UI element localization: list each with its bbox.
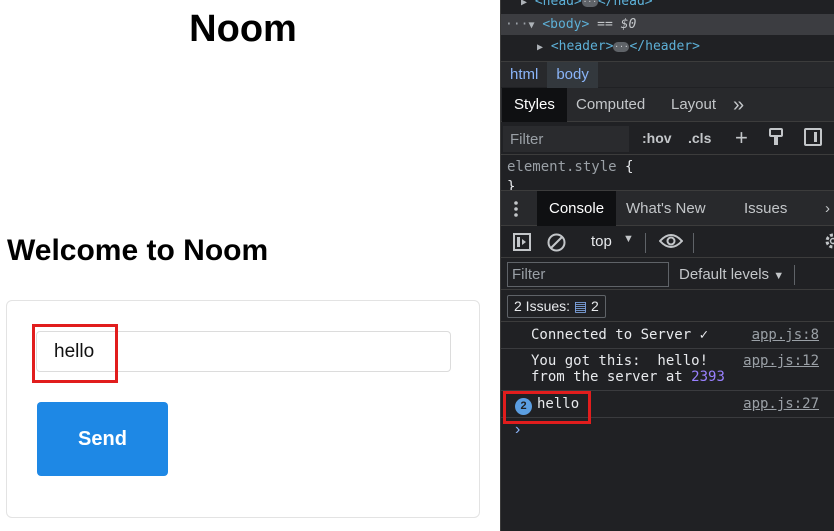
header-open-tag: <header> <box>550 39 614 54</box>
web-page: Noom Welcome to Noom Send <box>0 0 500 531</box>
hover-state-toggle[interactable]: :hov <box>642 130 672 146</box>
log-message: Connected to Server ✓ <box>531 327 709 343</box>
console-filter-bar: Default levels ▼ <box>501 257 834 290</box>
app-title: Noom <box>189 8 297 50</box>
head-close-tag: </head> <box>597 0 653 9</box>
console-log-entry: Connected to Server ✓ app.js:8 <box>501 323 834 349</box>
prompt-chevron-icon: › <box>515 421 521 438</box>
dom-node-head[interactable]: ▶ <head>···</head> <box>501 0 834 11</box>
issues-count: 2 <box>591 298 599 314</box>
styles-tab-bar: Styles Computed Layout » <box>501 88 834 122</box>
message-bubble-icon: ▤ <box>573 298 588 314</box>
header-close-tag: </header> <box>629 39 700 54</box>
log-source-link[interactable]: app.js:12 <box>743 353 819 369</box>
log-message: You got this: hello! from the server at … <box>531 353 725 385</box>
console-log-entry: You got this: hello! from the server at … <box>501 349 834 391</box>
eye-icon[interactable] <box>658 233 684 253</box>
class-toggle[interactable]: .cls <box>688 130 711 146</box>
breadcrumb-html[interactable]: html <box>501 62 547 88</box>
log-source-link[interactable]: app.js:27 <box>743 396 819 412</box>
breadcrumb: html body <box>501 61 834 88</box>
console-log-entry: 2 hello app.js:27 <box>501 391 834 418</box>
more-dots-icon[interactable]: ··· <box>501 17 528 32</box>
expand-triangle-icon[interactable]: ▶ <box>521 0 527 8</box>
dropdown-arrow-icon: ▼ <box>773 270 785 282</box>
tab-computed[interactable]: Computed <box>576 88 645 122</box>
issues-bar: 2 Issues: ▤ 2 <box>501 291 834 322</box>
message-input[interactable] <box>36 331 451 372</box>
more-tabs-icon[interactable]: » <box>733 88 744 122</box>
default-levels-dropdown[interactable]: Default levels ▼ <box>679 266 784 283</box>
toolbar-divider <box>794 265 795 285</box>
clear-console-icon[interactable] <box>547 233 566 256</box>
settings-gear-icon[interactable] <box>823 231 834 255</box>
paint-brush-icon[interactable] <box>768 128 784 150</box>
toolbar-divider <box>645 233 646 253</box>
tab-layout[interactable]: Layout <box>671 88 716 122</box>
console-prompt[interactable]: › <box>501 420 834 440</box>
log-source-link[interactable]: app.js:8 <box>752 327 819 343</box>
dom-node-header[interactable]: ▶ <header>···</header> <box>501 37 834 57</box>
log-line-1: You got this: hello! <box>531 353 709 369</box>
log-number: 2393 <box>691 369 725 385</box>
devtools-panel: ▶ <head>···</head> ···▼ <body> == $0 ▶ <… <box>500 0 834 531</box>
sidebar-icon[interactable] <box>513 233 531 255</box>
dropdown-arrow-icon[interactable]: ▼ <box>623 233 634 245</box>
tab-issues[interactable]: Issues <box>744 191 787 226</box>
element-style-rule: element.style { } <box>501 157 834 195</box>
expand-triangle-icon[interactable]: ▶ <box>537 42 543 53</box>
styles-toolbar: :hov .cls + <box>501 123 834 155</box>
add-rule-icon[interactable]: + <box>735 127 748 149</box>
default-levels-label: Default levels <box>679 266 770 283</box>
head-open-tag: <head> <box>534 0 582 9</box>
repeat-count-badge: 2 <box>515 398 532 415</box>
rule-open-brace: { <box>625 159 634 175</box>
ellipsis-badge[interactable]: ··· <box>613 41 630 52</box>
tab-console[interactable]: Console <box>537 191 617 226</box>
dom-node-body[interactable]: ···▼ <body> == $0 <box>501 14 834 35</box>
body-tag: <body> <box>542 17 590 32</box>
collapse-triangle-icon[interactable]: ▼ <box>528 20 534 31</box>
sidebar-toggle-icon[interactable] <box>804 128 822 150</box>
issues-button[interactable]: 2 Issues: ▤ 2 <box>507 295 606 318</box>
tab-styles[interactable]: Styles <box>502 88 567 122</box>
welcome-heading: Welcome to Noom <box>7 234 269 267</box>
ellipsis-badge[interactable]: ··· <box>581 0 598 7</box>
element-style-selector: element.style <box>507 159 617 175</box>
issues-label: 2 Issues: <box>514 298 571 314</box>
send-button[interactable]: Send <box>37 402 168 476</box>
chevron-right-icon[interactable]: › <box>825 191 830 226</box>
drawer-tab-bar: Console What's New Issues › <box>501 190 834 226</box>
tab-whats-new[interactable]: What's New <box>626 191 706 226</box>
console-filter-input[interactable] <box>507 262 669 287</box>
console-toolbar: top ▼ <box>501 227 834 257</box>
context-selector[interactable]: top <box>591 233 612 250</box>
log-message: hello <box>537 396 580 412</box>
log-line-2-prefix: from the server at <box>531 369 692 385</box>
toolbar-divider <box>693 233 694 253</box>
breadcrumb-body[interactable]: body <box>547 62 598 88</box>
styles-filter-input[interactable] <box>503 126 629 152</box>
drawer-menu-icon[interactable] <box>513 191 519 226</box>
selected-marker: == $0 <box>597 17 637 32</box>
